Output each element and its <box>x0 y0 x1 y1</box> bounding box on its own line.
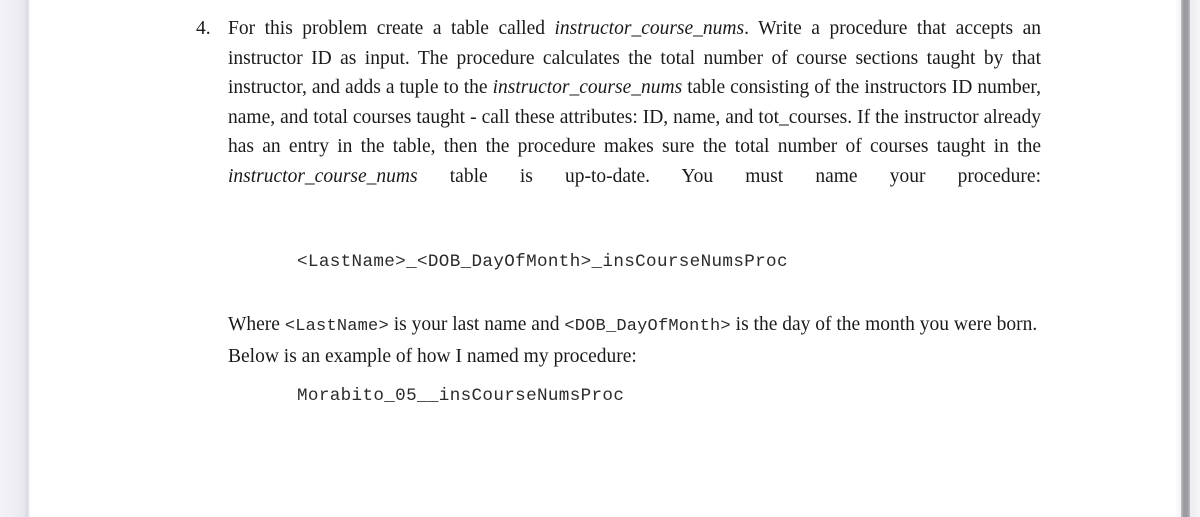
where-text-2: is your last name and <box>388 314 565 335</box>
where-paragraph-text: Where <LastName> is your last name and <… <box>228 310 1040 371</box>
where-explanation-paragraph: Where <LastName> is your last name and <… <box>228 310 1040 371</box>
vertical-scrollbar[interactable] <box>1172 0 1200 517</box>
statement-text-4: table is up-to-date. You must name your … <box>417 165 1041 187</box>
inline-code-dob-dayofmonth: <DOB_DayOfMonth> <box>564 317 731 336</box>
problem-body: For this problem create a table called i… <box>228 14 1041 221</box>
problem-item-4: 4. For this problem create a table calle… <box>196 14 1041 221</box>
procedure-name-example-block: Morabito_05__insCourseNumsProc <box>297 386 624 406</box>
scrollbar-thumb[interactable] <box>1181 0 1190 517</box>
left-page-gutter <box>0 0 27 517</box>
where-text-1: Where <box>228 314 285 335</box>
table-name-italic-1: instructor_course_nums <box>554 18 745 39</box>
inline-code-lastname: <LastName> <box>284 317 389 336</box>
table-name-italic-2: instructor_course_nums <box>492 77 683 99</box>
document-page: 4. For this problem create a table calle… <box>30 0 1172 517</box>
procedure-name-template: <LastName>_<DOB_DayOfMonth>_insCourseNum… <box>297 252 788 272</box>
problem-number: 4. <box>196 18 211 39</box>
statement-text-1: For this problem create a table called <box>228 18 555 39</box>
problem-row: 4. For this problem create a table calle… <box>196 14 1041 221</box>
procedure-name-template-block: <LastName>_<DOB_DayOfMonth>_insCourseNum… <box>297 252 788 272</box>
document-viewport: 4. For this problem create a table calle… <box>0 0 1200 517</box>
procedure-name-example: Morabito_05__insCourseNumsProc <box>297 386 625 406</box>
problem-statement-paragraph: For this problem create a table called i… <box>228 14 1041 221</box>
table-name-italic-3: instructor_course_nums <box>228 165 418 187</box>
